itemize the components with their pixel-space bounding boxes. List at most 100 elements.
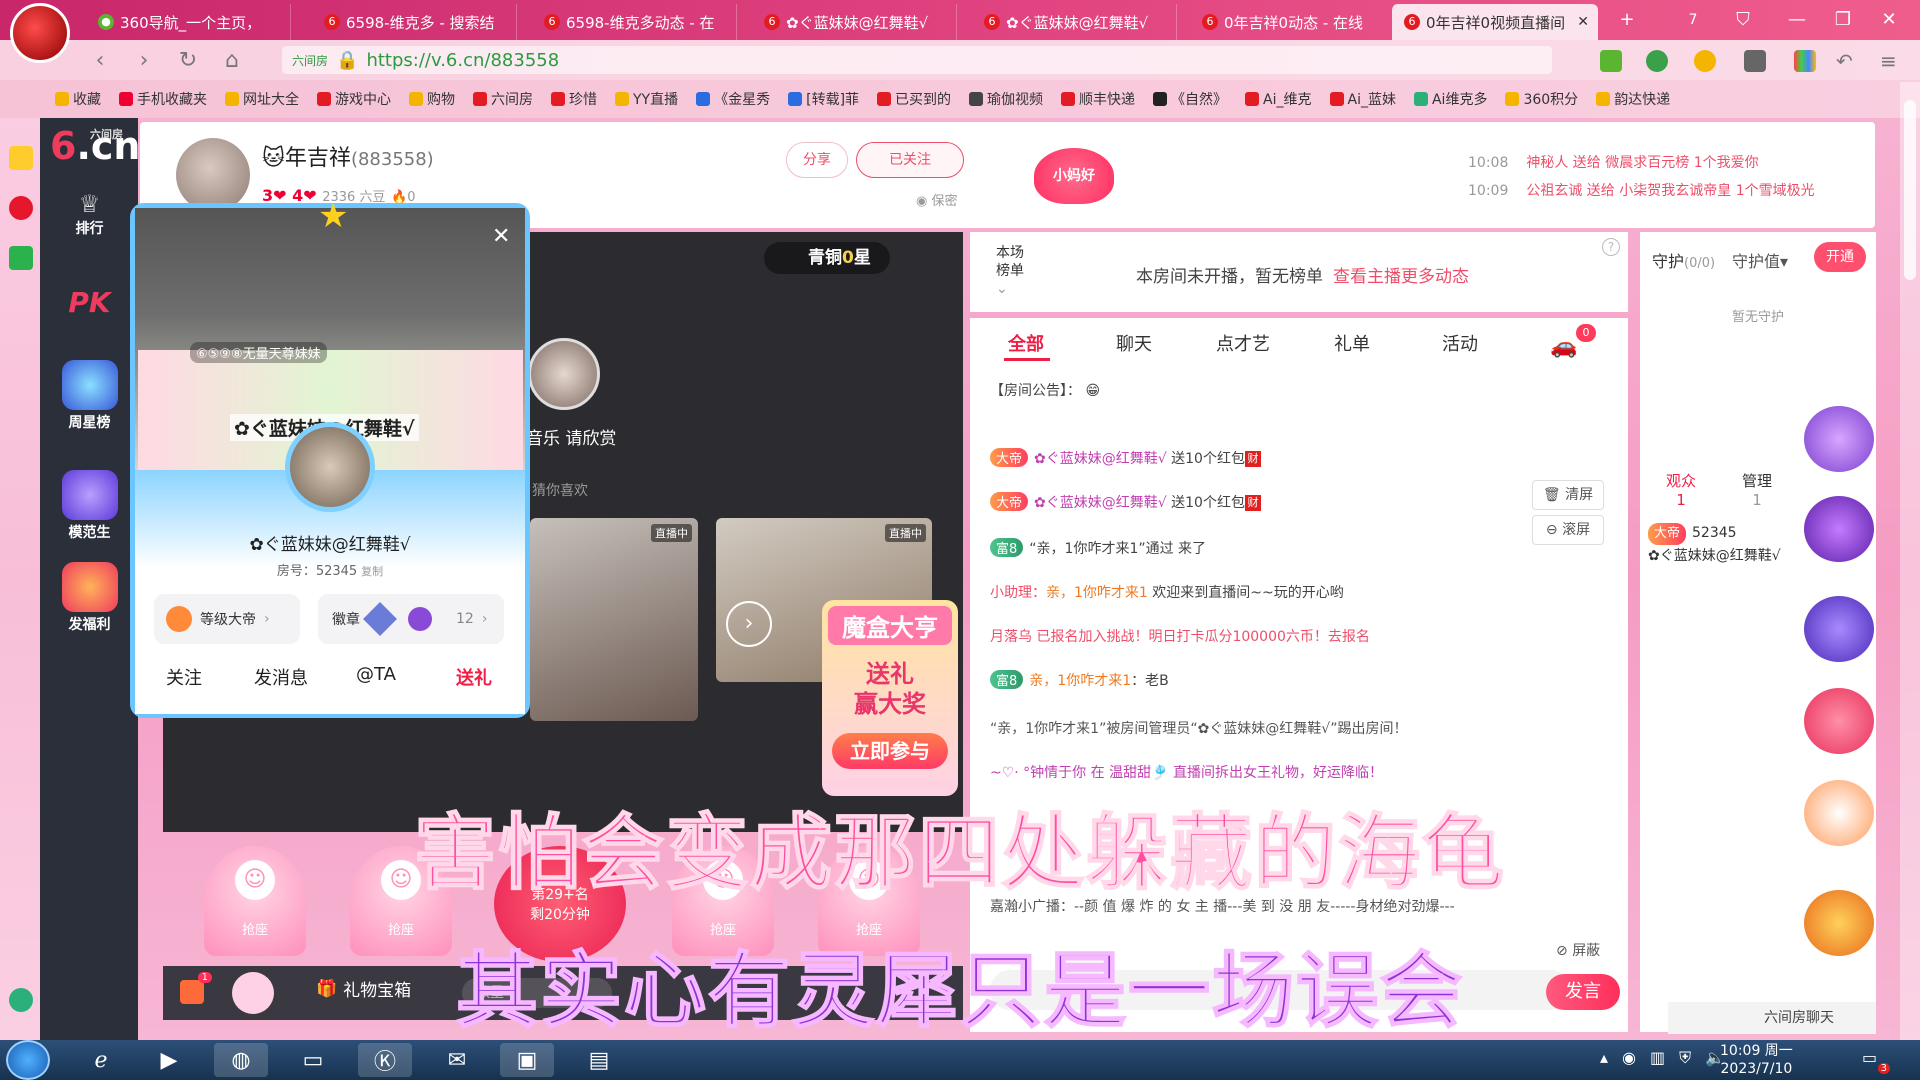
popup-avatar[interactable] (285, 422, 375, 512)
tab-all[interactable]: 全部 (1008, 330, 1044, 356)
scrollbar-thumb[interactable] (1904, 100, 1916, 280)
tab-managers[interactable]: 管理 1 (1742, 470, 1772, 509)
ext-translate-icon[interactable] (1646, 50, 1668, 72)
rail-member-center[interactable]: 会员中心 (1796, 596, 1882, 681)
bookmark-item[interactable]: 购物 (409, 89, 455, 109)
popup-level[interactable]: 等级大帝 › (154, 594, 300, 644)
bookmark-item[interactable]: 游戏中心 (317, 89, 391, 109)
tab-activity[interactable]: 活动 (1442, 330, 1478, 356)
magic-box-promo[interactable]: 魔盒大亨 送礼 赢大奖 立即参与 (822, 600, 958, 796)
close-window-button[interactable]: ✕ (1872, 6, 1906, 34)
ext-game-icon[interactable] (1744, 50, 1766, 72)
popup-follow-button[interactable]: 关注 (166, 664, 202, 690)
tab-talent[interactable]: 点才艺 (1216, 330, 1270, 356)
nav-rank[interactable]: ♕ 排行 (52, 190, 127, 238)
bookmark-item[interactable]: 360积分 (1505, 89, 1578, 109)
next-arrow-icon[interactable]: › (726, 601, 772, 647)
address-bar[interactable]: 六间房 🔒 https://v.6.cn/883558 (282, 46, 1552, 74)
ext-green-icon[interactable] (1600, 50, 1622, 72)
bookmark-item[interactable]: [转载]菲 (788, 89, 859, 109)
clear-screen-button[interactable]: 🗑 清屏 (1532, 480, 1604, 510)
popup-send-gift-button[interactable]: 送礼 (456, 664, 492, 690)
bookmark-item[interactable]: 顺丰快递 (1061, 89, 1135, 109)
copy-link[interactable]: 复制 (361, 565, 383, 578)
bookmark-item[interactable]: 网址大全 (225, 89, 299, 109)
tab-count-button[interactable]: 7 (1676, 6, 1710, 34)
tab-anchor-dynamics[interactable]: 6 0年吉祥0动态 - 在线 (1190, 4, 1395, 40)
browser-profile-avatar[interactable] (10, 3, 70, 63)
site-logo[interactable]: 6.cn 六间房 (50, 124, 140, 168)
bookmark-item[interactable]: 手机收藏夹 (119, 89, 207, 109)
reload-icon[interactable]: ↻ (174, 47, 202, 75)
tab-audience[interactable]: 观众 1 (1666, 470, 1696, 509)
mail-icon[interactable] (9, 246, 33, 270)
tab-dynamics[interactable]: 6 6598-维克多动态 - 在 (532, 4, 737, 40)
minimize-button[interactable]: — (1780, 6, 1814, 34)
photo-app-icon[interactable]: ▣ (500, 1043, 554, 1077)
popup-badges[interactable]: 徽章 12 › (318, 594, 504, 644)
back-icon[interactable]: ‹ (86, 47, 114, 75)
help-icon[interactable]: ? (1602, 238, 1620, 256)
tab-close-icon[interactable]: ✕ (1577, 14, 1589, 30)
start-button[interactable] (6, 1040, 50, 1080)
undo-icon[interactable]: ↶ (1836, 50, 1858, 72)
more-dynamics-link[interactable]: 查看主播更多动态 (1333, 267, 1469, 287)
car-icon[interactable]: 🚗 (1550, 334, 1577, 359)
rail-open-gift[interactable]: 拆礼包 (1796, 688, 1882, 773)
close-icon[interactable]: ✕ (492, 224, 510, 249)
share-button[interactable]: 分享 (786, 142, 848, 178)
rail-go-now[interactable]: 立即前往 (1796, 496, 1882, 581)
rail-star-shop[interactable]: 星光商店 (1796, 406, 1882, 491)
scroll-screen-button[interactable]: ⊖ 滚屏 (1532, 515, 1604, 545)
tab-gift-list[interactable]: 礼单 (1334, 330, 1370, 356)
popup-at-button[interactable]: @TA (356, 664, 396, 685)
nav-model-student[interactable]: 模范生 (52, 470, 127, 542)
new-tab-button[interactable]: + (1610, 6, 1644, 34)
maximize-button[interactable]: ❐ (1826, 6, 1860, 34)
chat-message[interactable]: 月落乌 已报名加入挑战！明日打卡瓜分100000六币！去报名 (990, 626, 1590, 646)
bookmark-item[interactable]: YY直播 (615, 89, 678, 109)
bookmark-item[interactable]: Ai_维克 (1245, 89, 1312, 109)
image-viewer-icon[interactable]: ▤ (572, 1043, 626, 1077)
bookmark-item[interactable]: 瑜伽视频 (969, 89, 1043, 109)
recommended-stream-card[interactable]: 直播中 (530, 518, 698, 721)
browser-360-icon[interactable]: ◍ (214, 1043, 268, 1077)
media-player-icon[interactable]: ▶ (142, 1043, 196, 1077)
bookmark-item[interactable]: Ai维克多 (1413, 89, 1487, 109)
weibo-icon[interactable] (9, 196, 33, 220)
bookmark-item[interactable]: 已买到的 (877, 89, 951, 109)
tab-lanmeimei-2[interactable]: 6 ✿ぐ蓝妹妹@红舞鞋√ (972, 4, 1177, 40)
rank-label[interactable]: 本场 榜单 ⌄ (996, 244, 1024, 298)
explorer-icon[interactable]: ▭ (286, 1043, 340, 1077)
nav-weekly-star[interactable]: 周星榜 (52, 360, 127, 432)
clock[interactable]: 10:09 周一 2023/7/10 (1720, 1042, 1793, 1078)
ie-icon[interactable]: ℯ (74, 1043, 128, 1077)
bookmark-item[interactable]: 珍惜 (551, 89, 597, 109)
tab-live-room[interactable]: 6 0年吉祥0视频直播间 ✕ (1392, 4, 1598, 40)
open-guard-button[interactable]: 开通 (1814, 242, 1866, 272)
menu-icon[interactable]: ≡ (1880, 50, 1902, 72)
heart-badge[interactable]: 小妈好 (1034, 148, 1114, 204)
bookmark-item[interactable]: 收藏 (55, 89, 101, 109)
tab-360nav[interactable]: ● 360导航_一个主页， (86, 4, 291, 40)
nav-pk[interactable]: PK (52, 286, 127, 319)
forward-icon[interactable]: › (130, 47, 158, 75)
home-icon[interactable]: ⌂ (218, 47, 246, 75)
bookmark-item[interactable]: 韵达快递 (1596, 89, 1670, 109)
popup-message-button[interactable]: 发消息 (254, 664, 308, 690)
favorites-star-icon[interactable] (9, 146, 33, 170)
nav-welfare[interactable]: 发福利 (52, 562, 127, 634)
notification-icon[interactable]: ▭ 3 (1862, 1048, 1890, 1074)
url-text[interactable]: https://v.6.cn/883558 (366, 50, 559, 71)
wechat-icon[interactable]: ✉ (430, 1043, 484, 1077)
join-now-button[interactable]: 立即参与 (832, 733, 948, 769)
tab-search[interactable]: 6 6598-维克多 - 搜索结 (312, 4, 517, 40)
k-app-icon[interactable]: Ⓚ (358, 1043, 412, 1077)
followed-button[interactable]: 已关注 (856, 142, 964, 178)
anchor-avatar[interactable] (176, 138, 250, 212)
bookmark-item[interactable]: 六间房 (473, 89, 533, 109)
tab-chat[interactable]: 聊天 (1116, 330, 1152, 356)
guard-value-dropdown[interactable]: 守护值▾ (1732, 248, 1788, 272)
tab-lanmeimei-1[interactable]: 6 ✿ぐ蓝妹妹@红舞鞋√ (752, 4, 957, 40)
bookmark-item[interactable]: 《自然》 (1153, 89, 1227, 109)
